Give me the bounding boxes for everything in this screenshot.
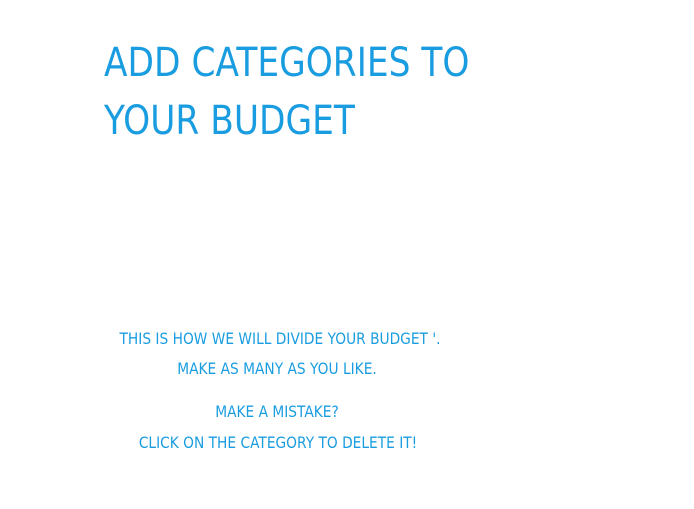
page-title-line-2: YOUR BUDGET <box>104 98 355 144</box>
instruction-add-many: MAKE AS MANY AS YOU LIKE. <box>177 359 377 378</box>
instruction-mistake-question: MAKE A MISTAKE? <box>215 402 339 421</box>
instruction-delete-hint: CLICK ON THE CATEGORY TO DELETE IT! <box>138 433 418 452</box>
instruction-divide-budget: THIS IS HOW WE WILL DIVIDE YOUR BUDGET '… <box>119 329 441 348</box>
page-title-line-1: ADD CATEGORIES TO <box>104 40 470 86</box>
page-title: ADD CATEGORIES TO YOUR BUDGET <box>104 34 469 150</box>
